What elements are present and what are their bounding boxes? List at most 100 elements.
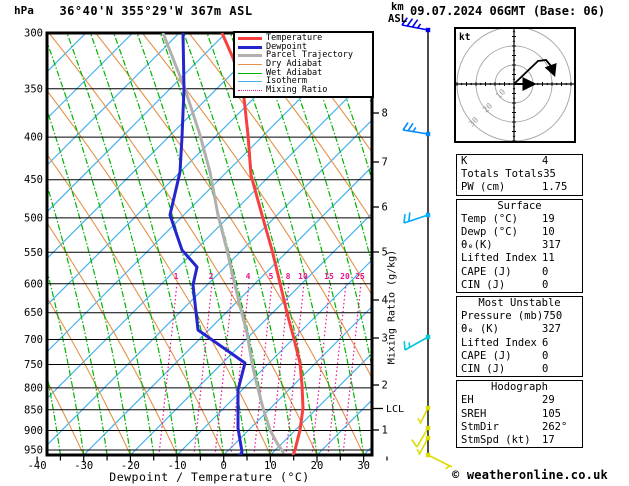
wind-barb [402,122,431,137]
table-row: θₑ (K) 327 [457,323,582,336]
table-label: θₑ(K) [461,239,493,252]
pressure-tick-label: 650 [24,307,43,319]
mixing-ratio-label: 8 [286,272,291,281]
wind-barb [425,452,453,470]
table-row: K4 [457,155,582,168]
valid-datetime: 09.07.2024 06GMT (Base: 06) [410,4,606,18]
hodograph-wind-trace [513,59,557,85]
table-label: StmSpd (kt) [461,434,531,447]
table-value: 0 [542,265,549,278]
table-row: Temp (°C) 19 [457,213,582,226]
table-value: 4 [542,155,549,167]
copyright-note: © weatheronline.co.uk [452,468,608,482]
mixing-ratio-label: 20 [340,272,350,281]
pressure-axis-unit: hPa [14,4,34,17]
table-row: Pressure (mb) 750 [457,310,582,323]
mixing-ratio-label: 4 [246,272,251,281]
table-row: PW (cm) 1.75 [457,181,582,194]
table-value: 317 [542,239,561,252]
legend: Temperature Dewpoint Parcel Trajectory Dry … [233,31,374,98]
hodograph-ring-label: 30 [467,115,480,128]
table-value: 105 [542,407,561,420]
pressure-tick-label: 950 [24,445,43,457]
legend-color-swatch [238,81,262,83]
table-title: Most Unstable [478,297,561,310]
table-value: 17 [542,434,555,447]
table-value: 0 [542,363,549,376]
table-value: 10 [542,226,555,239]
wind-barb [403,212,431,224]
pressure-tick-label: 800 [24,382,43,394]
indices-table: K 4 Totals Totals 35 PW (cm) 1.75 [456,154,583,196]
table-row: Totals Totals 35 [457,168,582,181]
hodograph: 102030kt [454,27,576,143]
table-row: CIN (J) 0 [457,363,582,376]
pressure-tick-label: 600 [24,278,43,290]
altitude-axis-unit: km [391,1,404,13]
table-title: Hodograph [491,381,548,394]
table-label: CAPE (J) [461,349,512,362]
table-label: EH [461,394,474,407]
table-value: 6 [542,336,549,349]
table-label: Dewp (°C) [461,226,518,239]
mixing-ratio-label: 25 [355,272,365,281]
station-title: 36°40'N 355°29'W 367m ASL [59,4,253,18]
table-value: 29 [542,394,555,407]
table-row: θₑ(K) 317 [457,239,582,252]
mixing-ratio-label: 1 [174,272,179,281]
legend-color-swatch [238,45,262,49]
table-row: CAPE (J) 0 [457,266,582,279]
legend-color-swatch [238,89,262,91]
pressure-tick-label: 300 [24,28,43,40]
table-label: θₑ (K) [461,323,499,336]
table-label: StmDir [461,420,499,433]
table-row: EH 29 [457,394,582,407]
table-value: 1.75 [542,181,568,194]
wind-barb-column [401,17,453,470]
legend-color-swatch [238,36,262,40]
pressure-tick-label: 450 [24,174,43,186]
table-label: PW (cm) [461,181,506,194]
table-label: Totals Totals [461,168,544,181]
table-row: CAPE (J) 0 [457,350,582,363]
table-label: Temp (°C) [461,212,518,225]
pressure-tick-label: 400 [24,132,43,144]
legend-item-label: Mixing Ratio [266,85,328,96]
indices-table: Surface Temp (°C) 19 Dewp (°C) 10 θₑ(K) 317 Lif… [456,198,583,294]
table-row: Lifted Index 11 [457,252,582,265]
indices-tables: K 4 Totals Totals 35 PW (cm) 1.75 Surface Temp … [456,154,583,451]
pressure-tick-label: 750 [24,359,43,371]
table-label: CIN (J) [461,363,506,376]
mixing-ratio-value-labels: 1 2 3 4 5 8 10 15 20 25 [174,272,365,281]
table-value: 0 [542,349,549,362]
km-tick-label: 8 [382,108,388,120]
table-value: 11 [542,252,555,265]
skewt-sounding-page: 1 2 3 4 5 8 10 15 20 25 300 350 400 450 500 550 600 650 70… [0,0,629,486]
pressure-tick-label: 850 [24,404,43,416]
legend-color-swatch [238,54,262,58]
temperature-tick-label: -40 [28,460,47,472]
indices-table: Hodograph EH 29 SREH 105 StmDir 262° StmSpd (kt… [456,380,583,449]
pressure-tick-label: 700 [24,334,43,346]
hodograph-unit-label: kt [459,32,470,43]
altitude-axis-ref: ASL [388,13,407,25]
table-row: StmDir 262° [457,421,582,434]
mixing-ratio-label: 15 [324,272,334,281]
lcl-label: LCL [386,404,404,415]
table-title: Surface [497,199,542,212]
table-value: 19 [542,212,555,225]
table-label: SREH [461,407,487,420]
table-row: StmSpd (kt) 17 [457,434,582,447]
pressure-tick-label: 900 [24,425,43,437]
wind-barb [403,334,431,351]
table-value: 262° [542,420,568,433]
table-row: Dewp (°C) 10 [457,226,582,239]
km-tick-label: 2 [382,380,388,392]
table-value: 750 [543,310,563,323]
x-axis-label: Dewpoint / Temperature (°C) [109,470,310,484]
table-label: CAPE (J) [461,265,512,278]
table-row: SREH 105 [457,408,582,421]
table-label: Lifted Index [461,336,537,349]
table-row: Lifted Index 6 [457,337,582,350]
pressure-tick-label: 550 [24,247,43,259]
